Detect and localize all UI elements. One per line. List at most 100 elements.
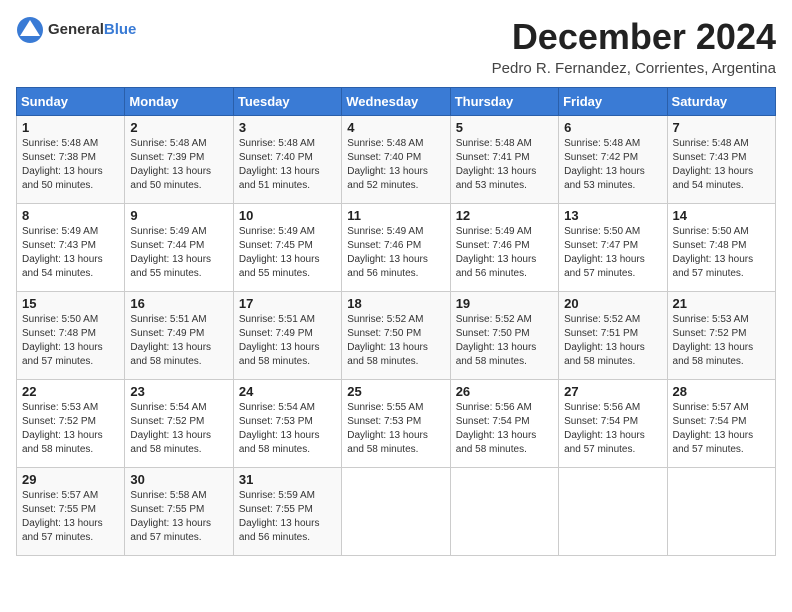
day-number: 1 xyxy=(22,120,119,135)
day-number: 15 xyxy=(22,296,119,311)
day-cell-4: 4 Sunrise: 5:48 AMSunset: 7:40 PMDaylight… xyxy=(342,116,450,204)
day-cell-23: 23 Sunrise: 5:54 AMSunset: 7:52 PMDayligh… xyxy=(125,380,233,468)
day-info: Sunrise: 5:59 AMSunset: 7:55 PMDaylight:… xyxy=(239,490,320,543)
day-number: 4 xyxy=(347,120,444,135)
empty-cell xyxy=(450,468,558,556)
day-number: 24 xyxy=(239,384,336,399)
day-cell-2: 2 Sunrise: 5:48 AMSunset: 7:39 PMDaylight… xyxy=(125,116,233,204)
header-friday: Friday xyxy=(559,88,667,116)
day-number: 8 xyxy=(22,208,119,223)
header-thursday: Thursday xyxy=(450,88,558,116)
header-monday: Monday xyxy=(125,88,233,116)
day-cell-27: 27Sunrise: 5:56 AMSunset: 7:54 PMDayligh… xyxy=(559,380,667,468)
day-info: Sunrise: 5:56 AMSunset: 7:54 PMDaylight:… xyxy=(456,402,537,455)
day-info: Sunrise: 5:49 AMSunset: 7:43 PMDaylight:… xyxy=(22,226,103,279)
day-info: Sunrise: 5:52 AMSunset: 7:51 PMDaylight:… xyxy=(564,314,645,367)
header-wednesday: Wednesday xyxy=(342,88,450,116)
day-info: Sunrise: 5:51 AMSunset: 7:49 PMDaylight:… xyxy=(239,314,320,367)
week-row-5: 29Sunrise: 5:57 AMSunset: 7:55 PMDayligh… xyxy=(17,468,776,556)
day-info: Sunrise: 5:49 AMSunset: 7:46 PMDaylight:… xyxy=(347,226,428,279)
week-row-3: 15Sunrise: 5:50 AMSunset: 7:48 PMDayligh… xyxy=(17,292,776,380)
day-info: Sunrise: 5:50 AMSunset: 7:48 PMDaylight:… xyxy=(673,226,754,279)
header-tuesday: Tuesday xyxy=(233,88,341,116)
day-info: Sunrise: 5:48 AMSunset: 7:42 PMDaylight:… xyxy=(564,138,645,191)
header-saturday: Saturday xyxy=(667,88,775,116)
day-number: 13 xyxy=(564,208,661,223)
day-cell-6: 6 Sunrise: 5:48 AMSunset: 7:42 PMDaylight… xyxy=(559,116,667,204)
day-cell-29: 29Sunrise: 5:57 AMSunset: 7:55 PMDayligh… xyxy=(17,468,125,556)
empty-cell xyxy=(667,468,775,556)
day-info: Sunrise: 5:51 AMSunset: 7:49 PMDaylight:… xyxy=(130,314,211,367)
day-cell-8: 8 Sunrise: 5:49 AMSunset: 7:43 PMDaylight… xyxy=(17,204,125,292)
week-row-2: 8 Sunrise: 5:49 AMSunset: 7:43 PMDaylight… xyxy=(17,204,776,292)
day-info: Sunrise: 5:48 AMSunset: 7:40 PMDaylight:… xyxy=(347,138,428,191)
day-info: Sunrise: 5:54 AMSunset: 7:52 PMDaylight:… xyxy=(130,402,211,455)
day-info: Sunrise: 5:57 AMSunset: 7:55 PMDaylight:… xyxy=(22,490,103,543)
empty-cell xyxy=(342,468,450,556)
day-number: 21 xyxy=(673,296,770,311)
day-number: 14 xyxy=(673,208,770,223)
day-number: 6 xyxy=(564,120,661,135)
location-title: Pedro R. Fernandez, Corrientes, Argentin… xyxy=(492,60,776,77)
day-cell-10: 10 Sunrise: 5:49 AMSunset: 7:45 PMDayligh… xyxy=(233,204,341,292)
day-info: Sunrise: 5:57 AMSunset: 7:54 PMDaylight:… xyxy=(673,402,754,455)
day-number: 27 xyxy=(564,384,661,399)
day-cell-15: 15Sunrise: 5:50 AMSunset: 7:48 PMDayligh… xyxy=(17,292,125,380)
day-info: Sunrise: 5:48 AMSunset: 7:43 PMDaylight:… xyxy=(673,138,754,191)
day-number: 7 xyxy=(673,120,770,135)
day-number: 11 xyxy=(347,208,444,223)
day-number: 5 xyxy=(456,120,553,135)
logo-icon xyxy=(16,16,44,44)
day-number: 31 xyxy=(239,472,336,487)
title-area: December 2024 Pedro R. Fernandez, Corrie… xyxy=(492,16,776,77)
week-row-4: 22Sunrise: 5:53 AMSunset: 7:52 PMDayligh… xyxy=(17,380,776,468)
day-cell-28: 28Sunrise: 5:57 AMSunset: 7:54 PMDayligh… xyxy=(667,380,775,468)
day-cell-20: 20 Sunrise: 5:52 AMSunset: 7:51 PMDayligh… xyxy=(559,292,667,380)
day-cell-16: 16 Sunrise: 5:51 AMSunset: 7:49 PMDayligh… xyxy=(125,292,233,380)
day-info: Sunrise: 5:49 AMSunset: 7:45 PMDaylight:… xyxy=(239,226,320,279)
day-info: Sunrise: 5:58 AMSunset: 7:55 PMDaylight:… xyxy=(130,490,211,543)
day-number: 18 xyxy=(347,296,444,311)
day-cell-13: 13 Sunrise: 5:50 AMSunset: 7:47 PMDayligh… xyxy=(559,204,667,292)
logo-blue: Blue xyxy=(104,21,137,38)
day-cell-17: 17Sunrise: 5:51 AMSunset: 7:49 PMDayligh… xyxy=(233,292,341,380)
day-info: Sunrise: 5:55 AMSunset: 7:53 PMDaylight:… xyxy=(347,402,428,455)
month-title: December 2024 xyxy=(492,16,776,58)
day-number: 12 xyxy=(456,208,553,223)
day-info: Sunrise: 5:48 AMSunset: 7:38 PMDaylight:… xyxy=(22,138,103,191)
day-number: 19 xyxy=(456,296,553,311)
day-info: Sunrise: 5:50 AMSunset: 7:47 PMDaylight:… xyxy=(564,226,645,279)
day-cell-7: 7 Sunrise: 5:48 AMSunset: 7:43 PMDaylight… xyxy=(667,116,775,204)
day-number: 10 xyxy=(239,208,336,223)
day-number: 3 xyxy=(239,120,336,135)
logo: GeneralBlue xyxy=(16,16,136,44)
day-info: Sunrise: 5:54 AMSunset: 7:53 PMDaylight:… xyxy=(239,402,320,455)
page-header: GeneralBlue December 2024 Pedro R. Ferna… xyxy=(16,16,776,77)
empty-cell xyxy=(559,468,667,556)
day-cell-26: 26Sunrise: 5:56 AMSunset: 7:54 PMDayligh… xyxy=(450,380,558,468)
day-number: 20 xyxy=(564,296,661,311)
day-info: Sunrise: 5:48 AMSunset: 7:41 PMDaylight:… xyxy=(456,138,537,191)
logo-text: GeneralBlue xyxy=(48,21,136,39)
day-cell-11: 11 Sunrise: 5:49 AMSunset: 7:46 PMDayligh… xyxy=(342,204,450,292)
day-cell-19: 19Sunrise: 5:52 AMSunset: 7:50 PMDayligh… xyxy=(450,292,558,380)
weekday-header-row: Sunday Monday Tuesday Wednesday Thursday… xyxy=(17,88,776,116)
day-number: 25 xyxy=(347,384,444,399)
day-number: 9 xyxy=(130,208,227,223)
day-cell-31: 31 Sunrise: 5:59 AMSunset: 7:55 PMDayligh… xyxy=(233,468,341,556)
week-row-1: 1 Sunrise: 5:48 AMSunset: 7:38 PMDaylight… xyxy=(17,116,776,204)
logo-general: General xyxy=(48,21,104,38)
day-cell-5: 5 Sunrise: 5:48 AMSunset: 7:41 PMDaylight… xyxy=(450,116,558,204)
day-cell-24: 24 Sunrise: 5:54 AMSunset: 7:53 PMDayligh… xyxy=(233,380,341,468)
day-number: 16 xyxy=(130,296,227,311)
day-number: 2 xyxy=(130,120,227,135)
day-info: Sunrise: 5:49 AMSunset: 7:46 PMDaylight:… xyxy=(456,226,537,279)
header-sunday: Sunday xyxy=(17,88,125,116)
day-cell-21: 21Sunrise: 5:53 AMSunset: 7:52 PMDayligh… xyxy=(667,292,775,380)
day-number: 23 xyxy=(130,384,227,399)
day-cell-22: 22Sunrise: 5:53 AMSunset: 7:52 PMDayligh… xyxy=(17,380,125,468)
day-info: Sunrise: 5:53 AMSunset: 7:52 PMDaylight:… xyxy=(22,402,103,455)
day-cell-1: 1 Sunrise: 5:48 AMSunset: 7:38 PMDaylight… xyxy=(17,116,125,204)
day-cell-25: 25 Sunrise: 5:55 AMSunset: 7:53 PMDayligh… xyxy=(342,380,450,468)
day-info: Sunrise: 5:48 AMSunset: 7:39 PMDaylight:… xyxy=(130,138,211,191)
